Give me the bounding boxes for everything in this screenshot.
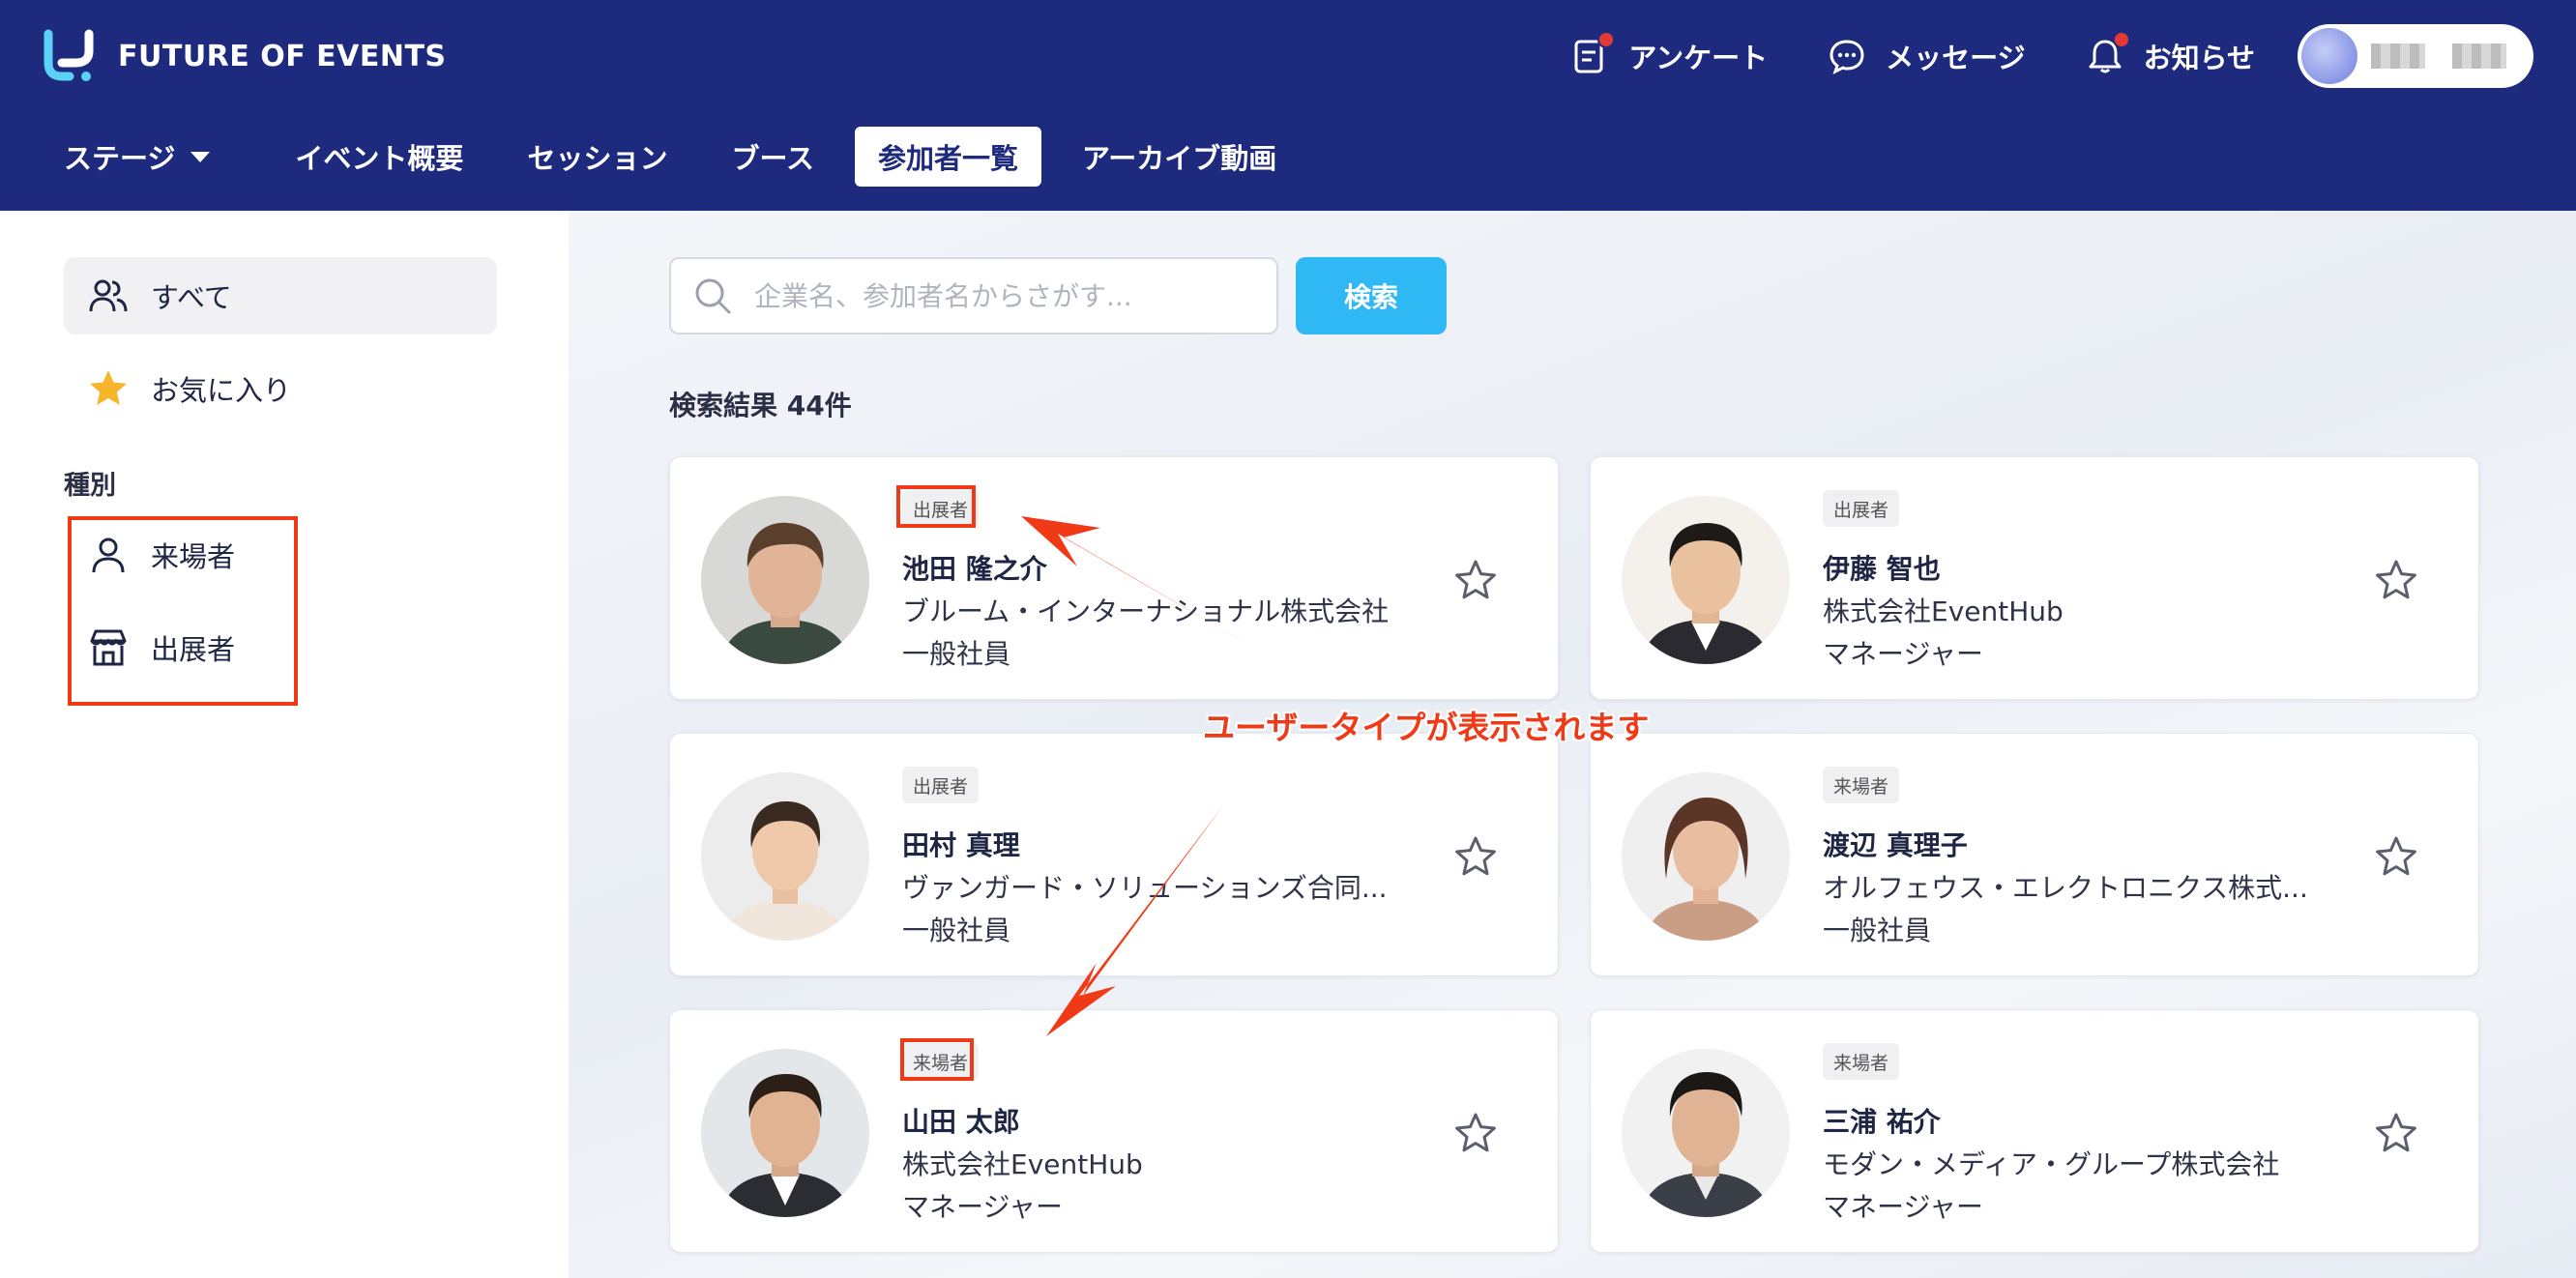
participant-company: ブルーム・インターナショナル株式会社 [902,595,1390,627]
annotation-highlight-box [896,485,976,528]
participant-name: 田村 真理 [902,829,1020,861]
avatar [1622,772,1790,941]
user-name-blurred [2371,44,2533,69]
user-type-badge: 出展者 [1823,490,1900,527]
sidebar-item-favorites[interactable]: お気に入り [64,350,497,427]
participant-card[interactable]: 来場者 三浦 祐介 モダン・メディア・グループ株式会社 マネージャー [1590,1009,2479,1253]
notification-dot [1597,31,1616,48]
participant-name: 山田 太郎 [902,1106,1020,1138]
avatar [1622,1049,1790,1217]
nav-event-overview[interactable]: イベント概要 [272,127,486,187]
participant-role: マネージャー [1823,638,1984,670]
brand[interactable]: FUTURE OF EVENTS [41,27,447,85]
participant-company: 株式会社EventHub [1823,595,2064,627]
avatar [1622,496,1790,664]
nav-stage[interactable]: ステージ [44,127,233,187]
nav-archive-videos[interactable]: アーカイブ動画 [1059,127,1300,187]
participant-role: 一般社員 [902,915,1011,946]
type-heading: 種別 [64,471,116,501]
search-input[interactable] [754,279,1257,312]
sidebar-item-all-label: すべて [151,281,232,314]
user-type-badge: 来場者 [1823,1043,1900,1080]
nav-sessions[interactable]: セッション [504,127,690,187]
bell-icon [2086,31,2130,75]
participant-role: 一般社員 [902,638,1011,670]
result-count: 検索結果 44件 [669,390,852,421]
message-button[interactable]: メッセージ [1828,36,2026,76]
message-icon [1828,37,1866,75]
user-avatar [2301,28,2357,84]
favorite-star-icon[interactable] [1453,834,1498,879]
user-type-badge: 出展者 [902,767,980,803]
participant-name: 池田 隆之介 [902,553,1047,585]
participant-name: 伊藤 智也 [1823,553,1941,585]
notification-dot [2112,31,2130,48]
favorite-star-icon[interactable] [2374,1111,2418,1155]
users-icon [89,279,128,312]
survey-button[interactable]: アンケート [1570,31,1769,76]
notification-label: お知らせ [2143,42,2255,74]
participant-role: マネージャー [902,1191,1064,1223]
nav-stage-label: ステージ [64,142,176,175]
nav-booths[interactable]: ブース [708,127,837,187]
brand-name: FUTURE OF EVENTS [118,39,447,73]
survey-label: アンケート [1628,42,1769,74]
participant-card[interactable]: 出展者 伊藤 智也 株式会社EventHub マネージャー [1590,456,2479,700]
notification-button[interactable]: お知らせ [2086,31,2255,76]
avatar [701,772,869,941]
avatar [701,496,869,664]
search-box[interactable] [669,257,1278,334]
favorite-star-icon[interactable] [2374,834,2418,879]
participant-role: マネージャー [1823,1191,1984,1223]
favorite-star-icon[interactable] [2374,558,2418,602]
brand-logo-icon [44,29,94,81]
top-header: FUTURE OF EVENTS アンケート メッセージ お知らせ ステージ イ… [0,0,2576,211]
user-menu[interactable] [2298,24,2533,88]
caret-down-icon [190,151,211,162]
search-icon [695,278,731,314]
participant-company: 株式会社EventHub [902,1148,1143,1180]
favorite-star-icon[interactable] [1453,558,1498,602]
header-actions: アンケート メッセージ お知らせ [1510,21,2533,91]
annotation-highlight-box [68,516,298,706]
annotation-text: ユーザータイプが表示されます [1203,709,1650,746]
sidebar-item-all[interactable]: すべて [64,257,497,334]
main-nav: ステージ イベント概要 セッション ブース 参加者一覧 アーカイブ動画 [44,126,1317,188]
favorite-star-icon[interactable] [1453,1111,1498,1155]
participant-company: オルフェウス・エレクトロニクス株式... [1823,872,2308,904]
participant-company: モダン・メディア・グループ株式会社 [1823,1148,2280,1180]
participant-card[interactable]: 出展者 田村 真理 ヴァンガード・ソリューションズ合同... 一般社員 [669,733,1559,976]
participant-company: ヴァンガード・ソリューションズ合同... [902,872,1388,904]
participant-name: 渡辺 真理子 [1823,829,1968,861]
participant-card[interactable]: 出展者 池田 隆之介 ブルーム・インターナショナル株式会社 一般社員 [669,456,1559,700]
survey-icon [1570,31,1616,75]
search-button[interactable]: 検索 [1296,257,1447,334]
participant-card[interactable]: 来場者 山田 太郎 株式会社EventHub マネージャー [669,1009,1559,1253]
user-type-badge: 来場者 [1823,767,1900,803]
nav-participants[interactable]: 参加者一覧 [855,127,1042,187]
annotation-highlight-box [900,1038,974,1081]
star-filled-icon [90,370,127,405]
sidebar: すべて お気に入り 種別 来場者 出展者 [0,211,569,1278]
message-label: メッセージ [1886,42,2026,74]
participant-role: 一般社員 [1823,915,1932,946]
participant-name: 三浦 祐介 [1823,1106,1941,1138]
sidebar-item-favorites-label: お気に入り [151,374,292,407]
participant-card[interactable]: 来場者 渡辺 真理子 オルフェウス・エレクトロニクス株式... 一般社員 [1590,733,2479,976]
avatar [701,1049,869,1217]
